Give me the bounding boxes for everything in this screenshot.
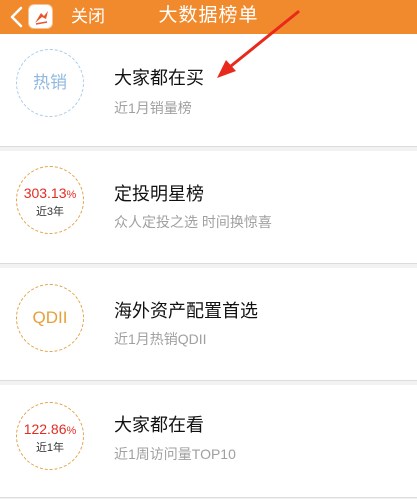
return-period: 近3年 bbox=[35, 206, 65, 218]
item-title: 大家都在买 bbox=[114, 68, 204, 88]
return-period: 近1年 bbox=[35, 442, 65, 454]
badge-label: 热销 bbox=[33, 73, 67, 92]
item-description: 众人定投之选 时间换惊喜 bbox=[114, 214, 272, 230]
badge-circle: 303.13% 近3年 bbox=[16, 166, 84, 234]
list-item-hot-sales[interactable]: 热销 大家都在买 近1月销量榜 bbox=[0, 34, 417, 147]
page-title: 大数据榜单 bbox=[158, 5, 259, 26]
badge-label: QDII bbox=[32, 308, 68, 327]
item-title: 海外资产配置首选 bbox=[114, 301, 258, 321]
return-value: 122.86% bbox=[23, 421, 77, 437]
list-item-auto-invest-stars[interactable]: 303.13% 近3年 定投明星榜 众人定投之选 时间换惊喜 bbox=[0, 151, 417, 264]
item-description: 近1月热销QDII bbox=[114, 331, 207, 347]
item-description: 近1月销量榜 bbox=[114, 100, 192, 116]
badge-circle: 122.86% 近1年 bbox=[16, 402, 84, 470]
item-title: 定投明星榜 bbox=[114, 184, 204, 204]
return-value: 303.13% bbox=[23, 185, 77, 201]
item-description: 近1周访问量TOP10 bbox=[114, 446, 236, 462]
list-item-most-viewed[interactable]: 122.86% 近1年 大家都在看 近1周访问量TOP10 bbox=[0, 385, 417, 498]
list-item-overseas-qdii[interactable]: QDII 海外资产配置首选 近1月热销QDII bbox=[0, 268, 417, 381]
badge-circle: QDII bbox=[16, 284, 84, 352]
badge-circle: 热销 bbox=[16, 49, 84, 117]
item-title: 大家都在看 bbox=[114, 415, 204, 435]
nav-bar: 关闭 大数据榜单 bbox=[0, 0, 417, 34]
